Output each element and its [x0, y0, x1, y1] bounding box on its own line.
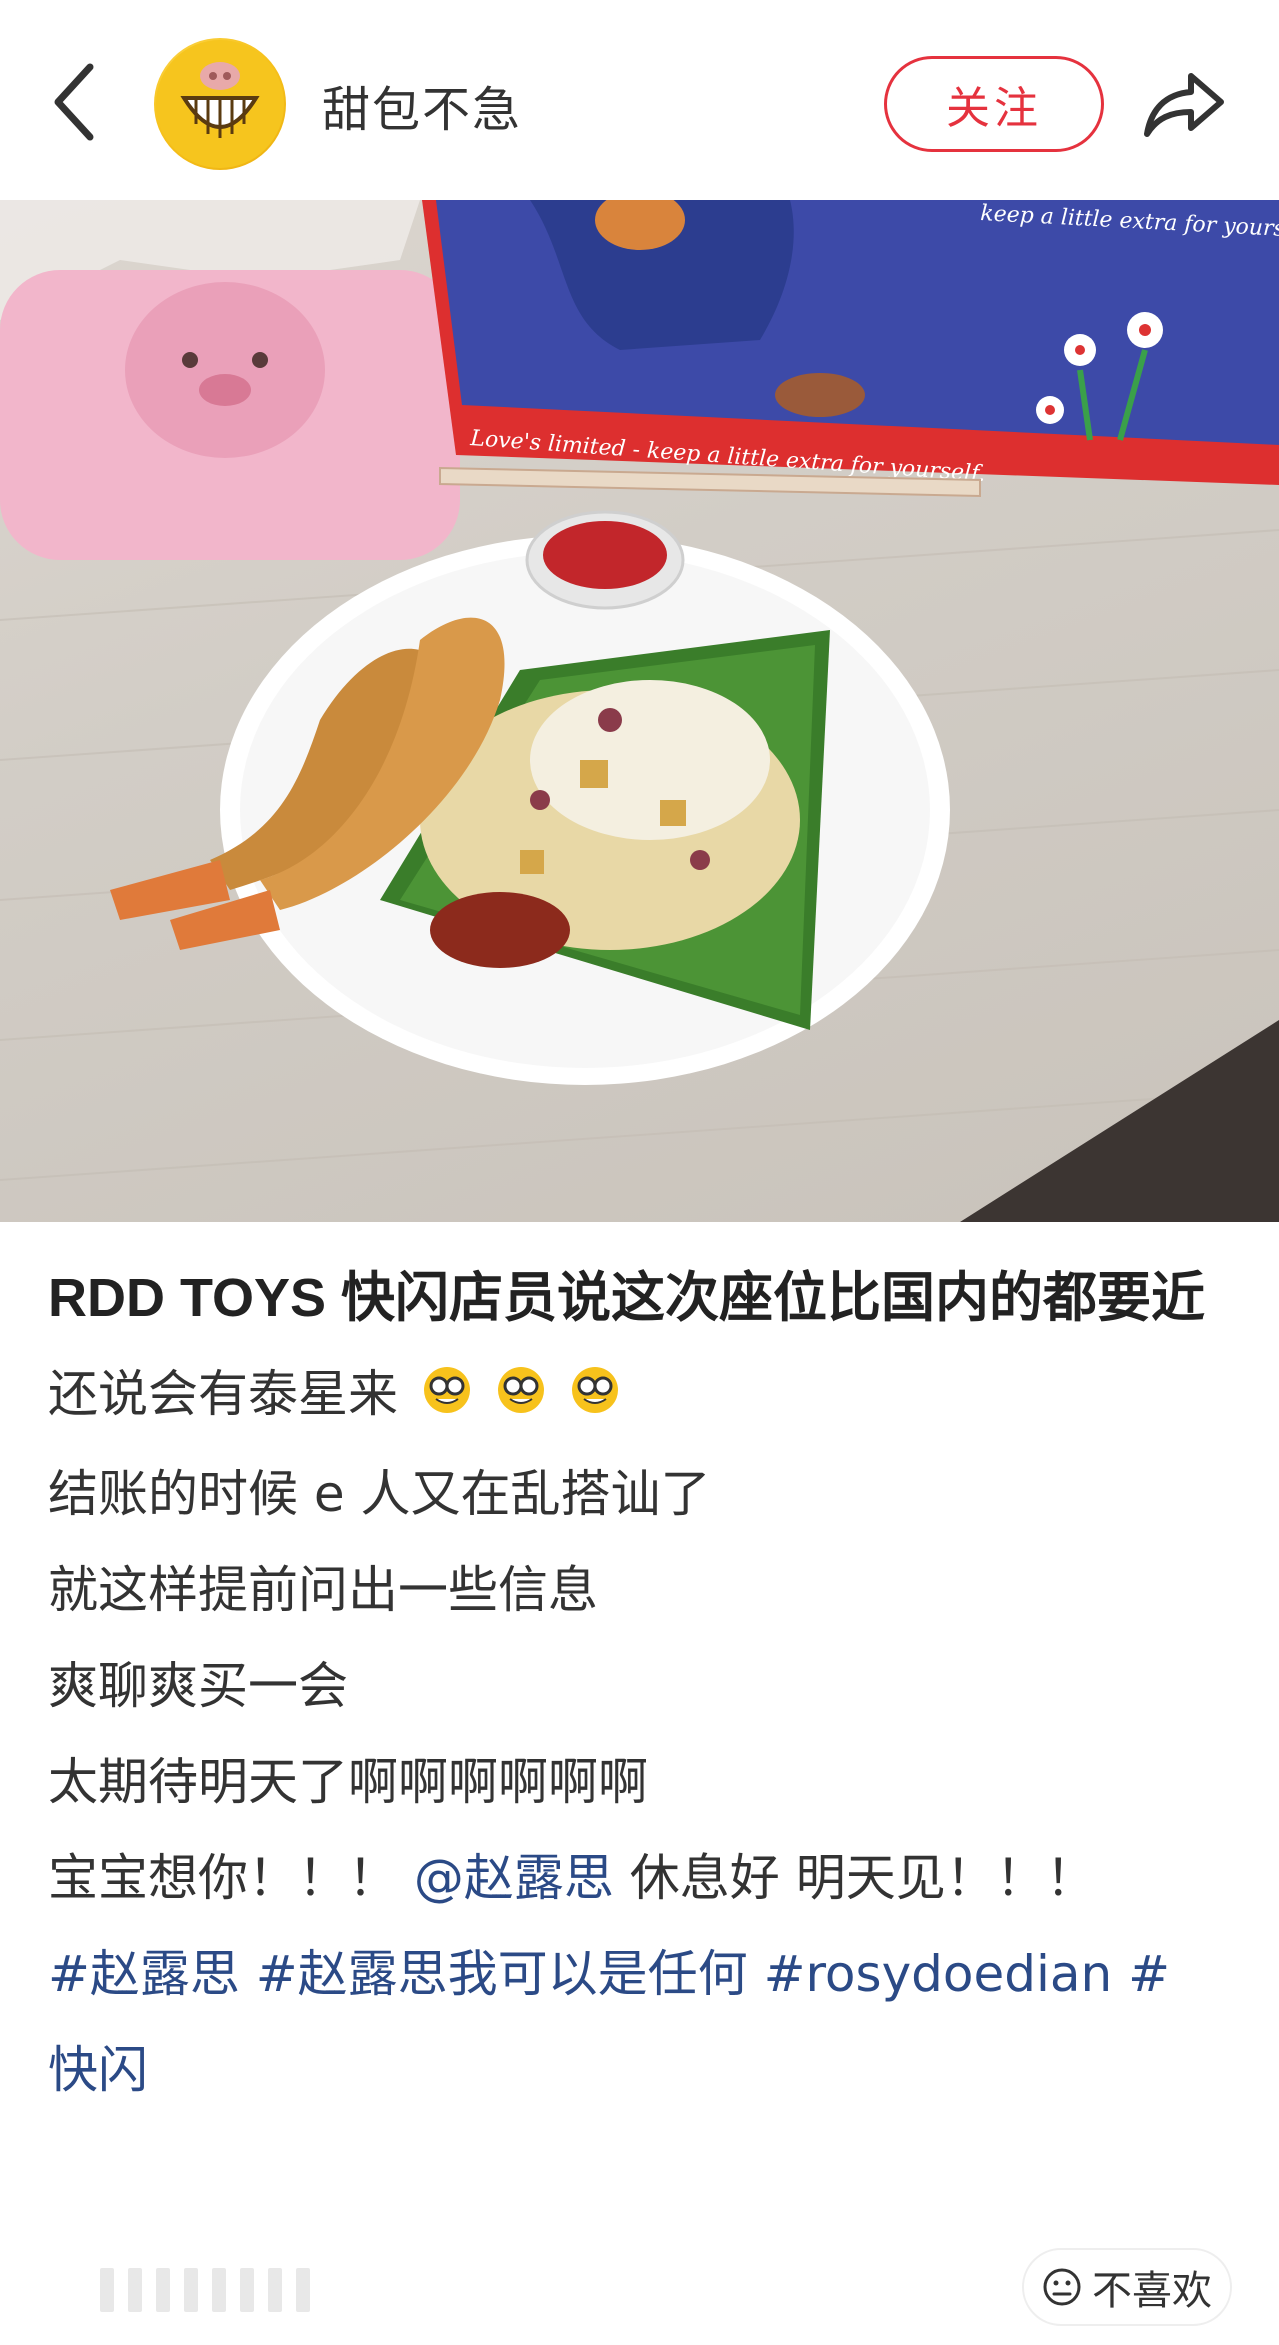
mention-link[interactable]: @赵露思	[414, 1849, 614, 1907]
indicator-bar	[296, 2268, 310, 2312]
indicator-bar	[184, 2268, 198, 2312]
body-line: 还说会有泰星来	[48, 1346, 1238, 1446]
body-line: 太期待明天了啊啊啊啊啊啊	[48, 1752, 648, 1811]
back-button[interactable]	[44, 52, 104, 152]
dislike-button[interactable]: 不喜欢	[1022, 2248, 1232, 2326]
body-line: 宝宝想你！！！ @赵露思 休息好 明天见！！！	[48, 1830, 1238, 1926]
indicator-bar	[156, 2268, 170, 2312]
body-line-text: 宝宝想你！！！	[48, 1848, 414, 1907]
share-arrow-icon	[1144, 73, 1224, 137]
post-content: RDD TOYS 快闪店员说这次座位比国内的都要近 还说会有泰星来 结账的时候 …	[48, 1250, 1238, 2118]
indicator-bar	[100, 2268, 114, 2312]
avatar-emoji-icon	[156, 40, 284, 168]
body-line: 爽聊爽买一会	[48, 1656, 348, 1715]
hashtag-line[interactable]: 快闪	[48, 2022, 1238, 2118]
nerd-face-icon	[422, 1350, 472, 1446]
share-button[interactable]	[1140, 60, 1230, 150]
frown-face-icon	[1043, 2268, 1081, 2306]
nerd-face-icon	[496, 1350, 546, 1446]
chevron-left-icon	[54, 63, 94, 141]
top-bar: 甜包不急 关注	[0, 0, 1279, 200]
indicator-bar	[268, 2268, 282, 2312]
hashtag-line[interactable]: #赵露思 #赵露思我可以是任何 #rosydoedian #	[48, 1926, 1238, 2022]
indicator-bar	[212, 2268, 226, 2312]
image-indicator-bars	[100, 2268, 310, 2312]
body-line-text: 休息好 明天见！！！	[613, 1848, 1096, 1907]
nerd-face-icon	[570, 1350, 620, 1446]
body-line-text: 还说会有泰星来	[48, 1365, 398, 1423]
dislike-label: 不喜欢	[1092, 2268, 1212, 2314]
post-photo[interactable]: Love's limited - keep a little extra for…	[0, 200, 1279, 1222]
username[interactable]: 甜包不急	[322, 70, 522, 140]
post-title: RDD TOYS 快闪店员说这次座位比国内的都要近	[48, 1268, 1206, 1328]
body-line: 就这样提前问出一些信息	[48, 1560, 598, 1619]
body-line: 结账的时候 e 人又在乱搭讪了	[48, 1464, 711, 1523]
follow-button[interactable]: 关注	[884, 56, 1104, 152]
indicator-bar	[128, 2268, 142, 2312]
food-photo-illustration: Love's limited - keep a little extra for…	[0, 200, 1279, 1222]
indicator-bar	[240, 2268, 254, 2312]
avatar[interactable]	[154, 38, 286, 170]
